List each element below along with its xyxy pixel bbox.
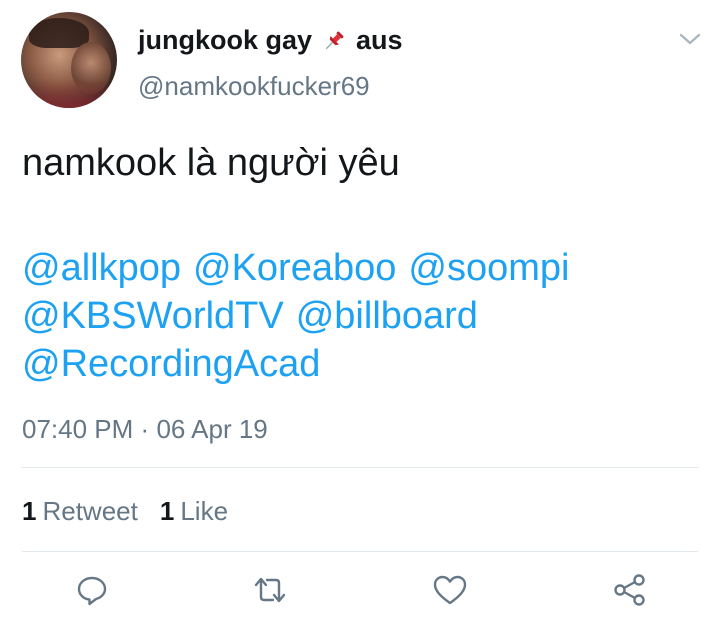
action-bar (0, 572, 720, 612)
mention-link[interactable]: @billboard (296, 292, 478, 340)
mention-link[interactable]: @Koreaboo (193, 244, 396, 292)
reply-icon (75, 573, 109, 612)
heart-icon (432, 573, 468, 612)
retweet-stat[interactable]: 1 Retweet (22, 496, 138, 527)
mention-link[interactable]: @allkpop (22, 244, 181, 292)
retweet-label: Retweet (42, 496, 138, 526)
location-suffix: aus (356, 25, 403, 55)
mention-list: @allkpop @Koreaboo @soompi @KBSWorldTV @bill… (22, 244, 712, 388)
avatar[interactable] (21, 12, 117, 108)
display-name-row[interactable]: jungkook gay aus (138, 25, 403, 56)
chevron-down-icon[interactable] (678, 30, 702, 48)
like-label: Like (180, 496, 229, 526)
like-button[interactable] (430, 572, 470, 612)
tweet-time: 07:40 PM (22, 414, 134, 444)
avatar-tint (21, 80, 117, 108)
mention-link[interactable]: @KBSWorldTV (22, 292, 284, 340)
like-count: 1 (159, 496, 175, 526)
retweet-icon (251, 573, 289, 612)
mention-link[interactable]: @RecordingAcad (22, 340, 320, 388)
divider (22, 467, 698, 468)
divider (22, 551, 698, 552)
timestamp-separator: · (140, 414, 150, 444)
tweet-text: namkook là người yêu (22, 142, 400, 184)
tweet-timestamp: 07:40 PM · 06 Apr 19 (22, 414, 268, 445)
like-stat[interactable]: 1 Like (160, 496, 228, 527)
display-name: jungkook gay (138, 25, 313, 55)
share-icon (612, 572, 648, 613)
pushpin-icon (322, 29, 346, 53)
engagement-stats: 1 Retweet 1 Like (22, 496, 228, 527)
reply-button[interactable] (72, 572, 112, 612)
mention-link[interactable]: @soompi (408, 244, 569, 292)
avatar-hair (29, 18, 89, 48)
tweet-date: 06 Apr 19 (156, 414, 268, 444)
share-button[interactable] (610, 572, 650, 612)
retweet-button[interactable] (250, 572, 290, 612)
user-handle[interactable]: @namkookfucker69 (138, 71, 370, 102)
retweet-count: 1 (22, 496, 37, 526)
